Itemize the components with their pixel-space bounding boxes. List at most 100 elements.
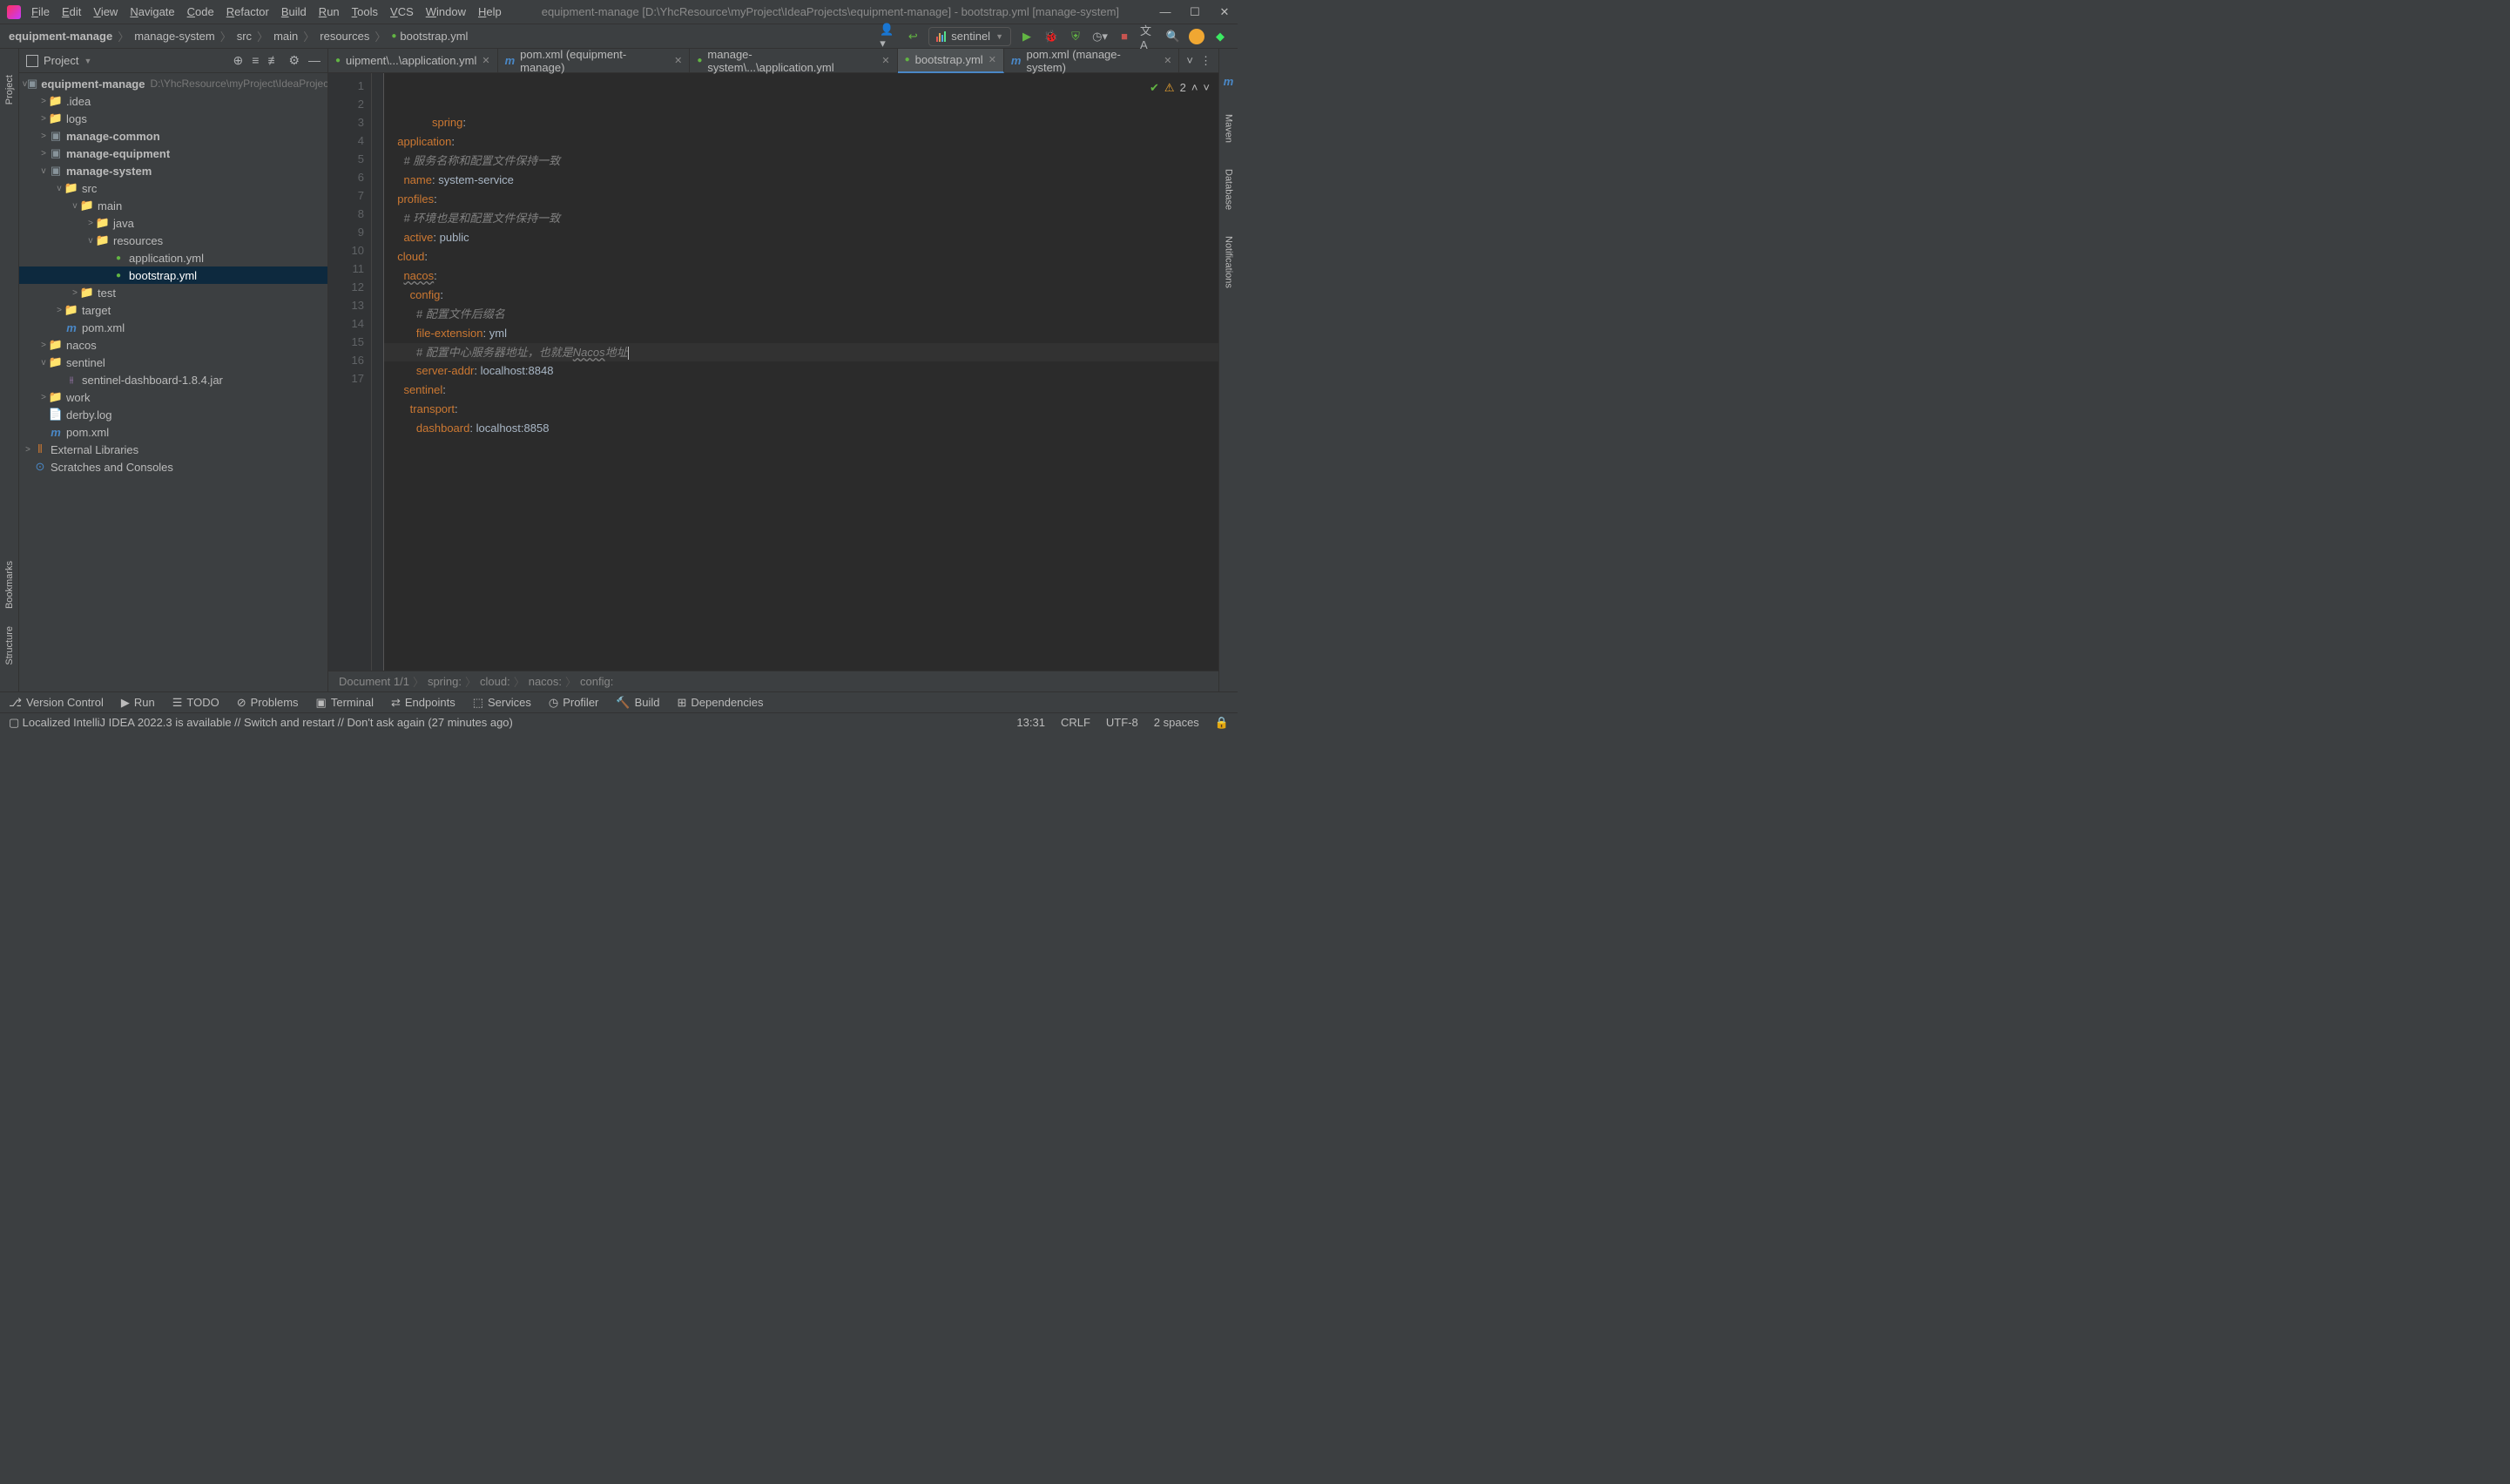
structure-tool-button[interactable]: Structure (4, 626, 15, 665)
menu-code[interactable]: Code (187, 5, 214, 18)
menu-view[interactable]: View (93, 5, 118, 18)
code-line-16[interactable]: transport: (391, 402, 458, 415)
breadcrumb-item[interactable]: manage-system (134, 30, 214, 43)
tree-item-resources[interactable]: v📁resources (19, 232, 327, 249)
expand-icon[interactable]: ≡ (252, 53, 259, 68)
tree-item-pom-xml[interactable]: mpom.xml (19, 319, 327, 336)
editor-breadcrumb-item[interactable]: Document 1/1 (339, 675, 409, 688)
editor-breadcrumb[interactable]: Document 1/1 〉 spring: 〉 cloud: 〉 nacos:… (328, 671, 1218, 691)
bookmarks-tool-button[interactable]: Bookmarks (4, 561, 15, 609)
tool-terminal[interactable]: ▣Terminal (316, 696, 374, 710)
translate-icon[interactable]: 文A (1140, 28, 1157, 45)
close-tab-icon[interactable]: ✕ (881, 55, 889, 66)
maximize-button[interactable]: ☐ (1189, 5, 1201, 19)
run-button[interactable]: ▶ (1018, 28, 1036, 45)
code-line-3[interactable]: # 服务名称和配置文件保持一致 (391, 154, 560, 167)
notifications-tool-button[interactable]: Notifications (1224, 236, 1234, 288)
tree-root[interactable]: v▣equipment-manageD:\YhcResource\myProje… (19, 75, 327, 92)
readonly-icon[interactable]: 🔒 (1215, 716, 1229, 730)
code-line-10[interactable]: config: (391, 288, 443, 301)
tree-item-bootstrap-yml[interactable]: ●bootstrap.yml (19, 266, 327, 284)
minimize-button[interactable]: — (1159, 5, 1171, 19)
tab-dropdown-icon[interactable]: ˅ (1186, 54, 1193, 68)
database-tool-button[interactable]: Database (1224, 169, 1234, 210)
tree-item-main[interactable]: v📁main (19, 197, 327, 214)
editor-breadcrumb-item[interactable]: spring: (428, 675, 462, 688)
editor-tab[interactable]: ●bootstrap.yml✕ (898, 49, 1004, 73)
run-config-selector[interactable]: sentinel ▼ (928, 27, 1011, 46)
code-line-6[interactable]: # 环境也是和配置文件保持一致 (391, 212, 560, 225)
tree-item-derby-log[interactable]: 📄derby.log (19, 406, 327, 423)
menu-run[interactable]: Run (319, 5, 340, 18)
debug-button[interactable]: 🐞 (1042, 28, 1060, 45)
tree-item-java[interactable]: >📁java (19, 214, 327, 232)
tree-item-manage-system[interactable]: v▣manage-system (19, 162, 327, 179)
code-line-11[interactable]: # 配置文件后缀名 (391, 307, 505, 320)
close-tab-icon[interactable]: ✕ (1164, 55, 1171, 66)
status-eol[interactable]: CRLF (1061, 716, 1090, 729)
maven-tool-button[interactable]: Maven (1224, 114, 1234, 143)
editor-breadcrumb-item[interactable]: nacos: (529, 675, 562, 688)
editor-tab[interactable]: ●uipment\...\application.yml✕ (328, 49, 498, 73)
project-tool-button[interactable]: Project (4, 75, 15, 105)
editor-breadcrumb-item[interactable]: cloud: (480, 675, 510, 688)
menu-help[interactable]: Help (478, 5, 502, 18)
code-line-1[interactable]: spring: (432, 116, 466, 129)
code-line-17[interactable]: dashboard: localhost:8858 (391, 422, 549, 435)
profile-button[interactable]: ◷▾ (1091, 28, 1109, 45)
settings-icon[interactable]: ⚙ (288, 53, 300, 68)
tool-endpoints[interactable]: ⇄Endpoints (391, 696, 455, 710)
editor-breadcrumb-item[interactable]: config: (580, 675, 613, 688)
tree-item-manage-common[interactable]: >▣manage-common (19, 127, 327, 145)
close-button[interactable]: ✕ (1218, 5, 1231, 19)
editor-tab[interactable]: ●manage-system\...\application.yml✕ (690, 49, 897, 73)
project-tree[interactable]: v▣equipment-manageD:\YhcResource\myProje… (19, 73, 327, 691)
toolbox-icon[interactable]: ◆ (1211, 28, 1229, 45)
notification-icon[interactable]: ▢ (9, 716, 19, 730)
code-line-5[interactable]: profiles: (391, 192, 437, 206)
breadcrumb-item[interactable]: main (273, 30, 298, 43)
editor-tab[interactable]: mpom.xml (equipment-manage)✕ (498, 49, 691, 73)
tool-dependencies[interactable]: ⊞Dependencies (678, 696, 764, 710)
tree-item-nacos[interactable]: >📁nacos (19, 336, 327, 354)
tree-item-target[interactable]: >📁target (19, 301, 327, 319)
close-tab-icon[interactable]: ✕ (988, 54, 996, 65)
menu-window[interactable]: Window (426, 5, 466, 18)
tree-item-test[interactable]: >📁test (19, 284, 327, 301)
up-arrow-icon[interactable]: ˄ (1191, 78, 1198, 97)
menu-navigate[interactable]: Navigate (130, 5, 174, 18)
tree-item-work[interactable]: >📁work (19, 388, 327, 406)
fold-gutter[interactable] (372, 73, 384, 671)
code-line-4[interactable]: name: system-service (391, 173, 514, 186)
breadcrumb[interactable]: equipment-manage〉 manage-system〉 src〉 ma… (9, 28, 468, 44)
tool-profiler[interactable]: ◷Profiler (549, 696, 599, 710)
tree-item-application-yml[interactable]: ●application.yml (19, 249, 327, 266)
menu-vcs[interactable]: VCS (390, 5, 414, 18)
back-arrow-icon[interactable]: ↩ (904, 28, 921, 45)
tool-version-control[interactable]: ⎇Version Control (9, 696, 104, 710)
code-line-7[interactable]: active: public (391, 231, 469, 244)
code-editor[interactable]: ✔ ⚠ 2 ˄ ˅ spring: application: # 服务名称和配置… (384, 73, 1218, 671)
editor-tab[interactable]: mpom.xml (manage-system)✕ (1004, 49, 1180, 73)
code-line-9[interactable]: nacos: (391, 269, 437, 282)
menu-file[interactable]: File (31, 5, 50, 18)
status-encoding[interactable]: UTF-8 (1106, 716, 1138, 729)
tool-run[interactable]: ▶Run (121, 696, 155, 710)
code-line-2[interactable]: application: (391, 135, 455, 148)
menu-refactor[interactable]: Refactor (226, 5, 269, 18)
tree-item-manage-equipment[interactable]: >▣manage-equipment (19, 145, 327, 162)
status-indent[interactable]: 2 spaces (1154, 716, 1199, 729)
tool-services[interactable]: ⬚Services (473, 696, 531, 710)
search-icon[interactable]: 🔍 (1164, 28, 1182, 45)
hide-icon[interactable]: — (308, 53, 320, 68)
menu-edit[interactable]: Edit (62, 5, 81, 18)
tree-item-sentinel-dashboard-1-8-4-jar[interactable]: ⫵sentinel-dashboard-1.8.4.jar (19, 371, 327, 388)
breadcrumb-item[interactable]: resources (320, 30, 369, 43)
tool-problems[interactable]: ⊘Problems (237, 696, 299, 710)
select-opened-icon[interactable]: ⊕ (233, 53, 244, 68)
close-tab-icon[interactable]: ✕ (674, 55, 682, 66)
breadcrumb-item[interactable]: bootstrap.yml (400, 30, 468, 43)
avatar-icon[interactable] (1189, 29, 1204, 44)
code-line-8[interactable]: cloud: (391, 250, 428, 263)
tab-more-icon[interactable]: ⋮ (1200, 54, 1211, 68)
